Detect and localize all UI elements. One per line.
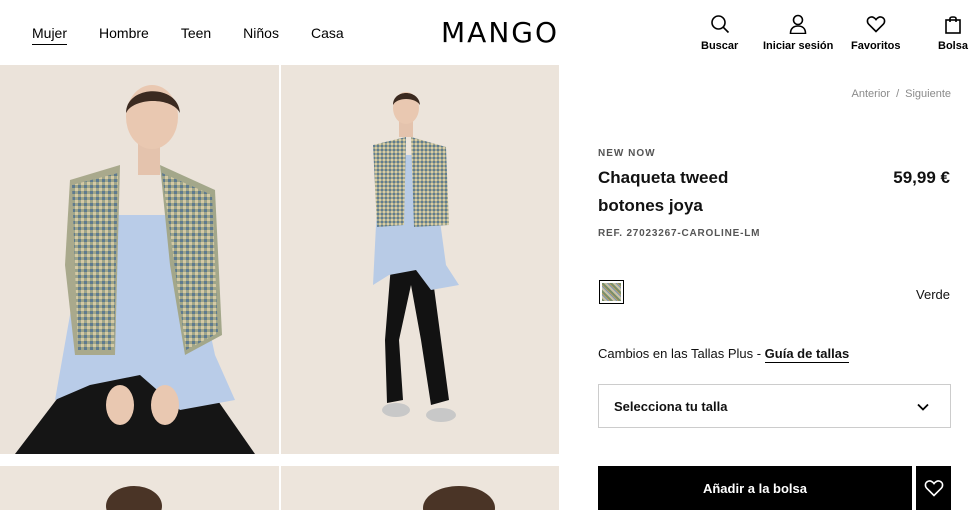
product-reference: REF. 27023267-CAROLINE-LM bbox=[598, 228, 761, 239]
product-photo-1[interactable] bbox=[0, 65, 279, 454]
main-nav: Mujer Hombre Teen Niños Casa bbox=[32, 25, 376, 45]
add-to-bag-button[interactable]: Añadir a la bolsa bbox=[598, 466, 912, 510]
color-swatch-verde[interactable] bbox=[599, 280, 624, 304]
product-photo-3[interactable] bbox=[0, 466, 279, 510]
size-plus-text: Cambios en las Tallas Plus - bbox=[598, 346, 765, 361]
product-pager: Anterior / Siguiente bbox=[852, 88, 951, 100]
product-photo-4[interactable] bbox=[281, 466, 559, 510]
brand-logo[interactable]: MANGO bbox=[441, 16, 559, 49]
new-now-tag: NEW NOW bbox=[598, 148, 656, 159]
login-label: Iniciar sesión bbox=[763, 40, 834, 52]
favorites-button[interactable]: Favoritos bbox=[851, 14, 901, 52]
model-head-image-2 bbox=[281, 466, 559, 510]
heart-icon bbox=[924, 480, 943, 497]
next-link[interactable]: Siguiente bbox=[905, 88, 951, 100]
add-to-favorites-button[interactable] bbox=[916, 466, 951, 510]
chevron-down-icon bbox=[917, 403, 929, 411]
prev-link[interactable]: Anterior bbox=[852, 88, 891, 100]
size-plus-info: Cambios en las Tallas Plus - Guía de tal… bbox=[598, 346, 850, 363]
selected-color-name: Verde bbox=[916, 287, 950, 302]
search-button[interactable]: Buscar bbox=[701, 14, 738, 52]
product-title: Chaqueta tweed botones joya bbox=[598, 168, 729, 215]
model-head-image-1 bbox=[0, 466, 279, 510]
user-icon bbox=[789, 14, 807, 34]
size-select-label: Selecciona tu talla bbox=[614, 398, 728, 414]
swatch-pattern bbox=[602, 283, 621, 301]
favorites-label: Favoritos bbox=[851, 40, 901, 52]
model-standing-image bbox=[281, 65, 559, 454]
login-button[interactable]: Iniciar sesión bbox=[763, 14, 833, 52]
search-icon bbox=[710, 15, 729, 34]
product-price: 59,99 € bbox=[893, 168, 950, 187]
size-guide-link[interactable]: Guía de tallas bbox=[764, 346, 850, 363]
nav-item-hombre[interactable]: Hombre bbox=[99, 25, 149, 45]
site-header: Mujer Hombre Teen Niños Casa MANGO Busca… bbox=[0, 0, 975, 65]
nav-item-ninos[interactable]: Niños bbox=[243, 25, 279, 45]
heart-icon bbox=[866, 16, 886, 33]
search-label: Buscar bbox=[701, 40, 739, 52]
bag-label: Bolsa bbox=[938, 40, 968, 52]
product-gallery bbox=[0, 65, 560, 510]
nav-item-casa[interactable]: Casa bbox=[311, 25, 344, 45]
pager-separator: / bbox=[896, 88, 900, 100]
bag-button[interactable]: Bolsa bbox=[938, 14, 968, 52]
bag-icon bbox=[945, 16, 961, 34]
nav-item-mujer[interactable]: Mujer bbox=[32, 25, 68, 45]
size-select[interactable]: Selecciona tu talla bbox=[598, 384, 951, 428]
product-photo-2[interactable] bbox=[281, 65, 559, 454]
nav-item-teen[interactable]: Teen bbox=[181, 25, 211, 45]
model-seated-image bbox=[0, 65, 279, 454]
